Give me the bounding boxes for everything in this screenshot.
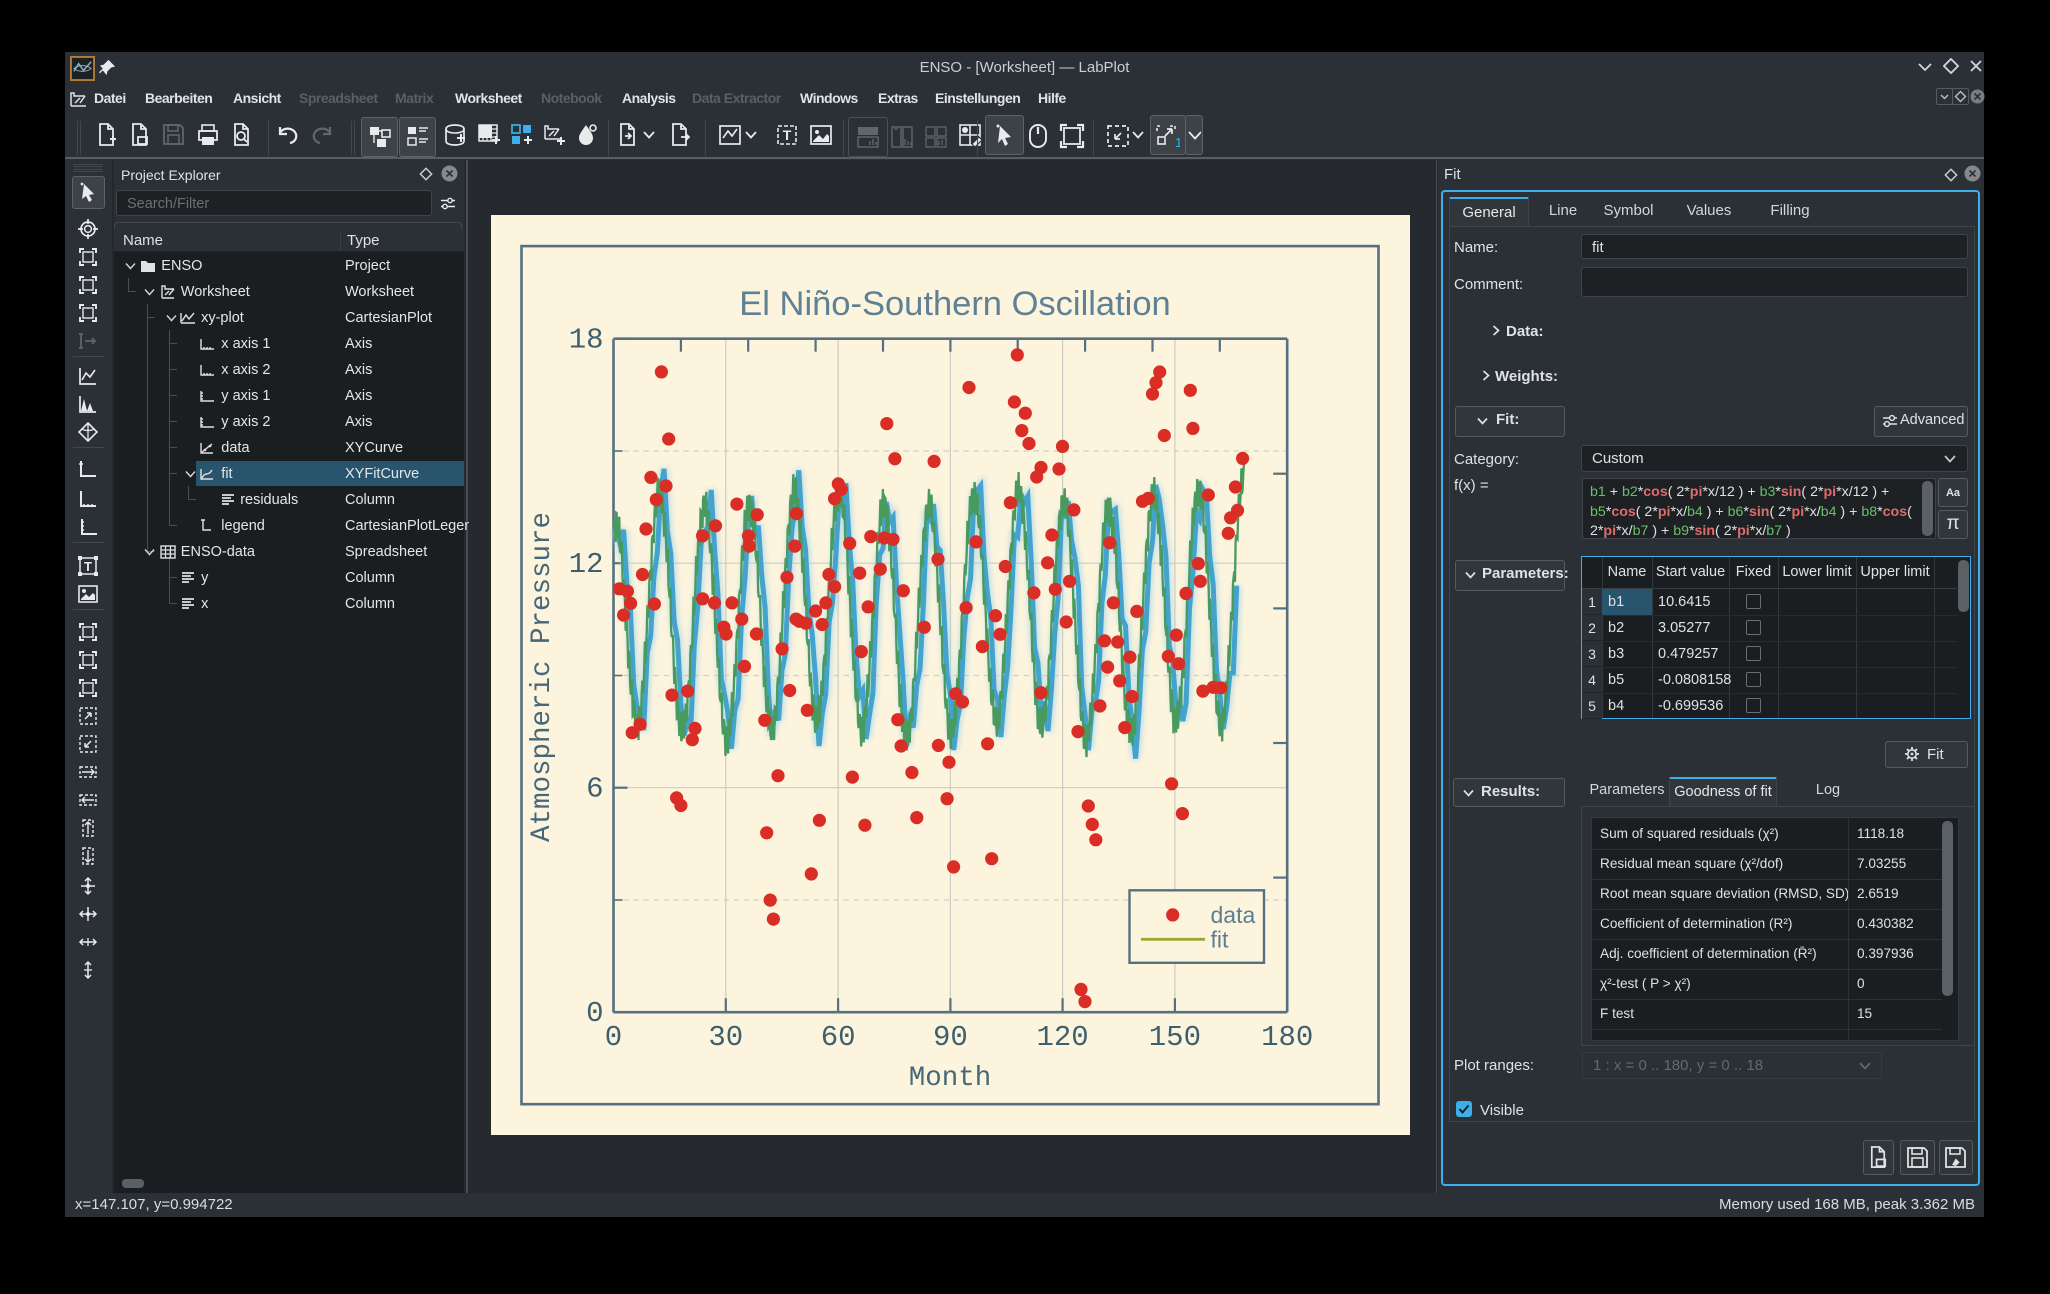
svg-text:El Niño-Southern Oscillation: El Niño-Southern Oscillation [739,285,1170,323]
svg-text:T: T [84,559,92,574]
svg-text:Month: Month [909,1063,992,1094]
svg-text:120: 120 [1036,1021,1088,1054]
svg-text:150: 150 [1149,1021,1201,1054]
svg-text:90: 90 [933,1021,968,1054]
svg-text:0: 0 [605,1021,622,1054]
svg-text:18: 18 [569,324,604,357]
svg-text:T: T [783,127,792,143]
svg-text:fit: fit [1211,927,1230,953]
svg-text:Atmospheric Pressure: Atmospheric Pressure [527,512,558,842]
svg-text:1: 1 [1175,135,1180,149]
svg-text:30: 30 [708,1021,743,1054]
svg-text:data: data [1211,902,1256,928]
svg-text:60: 60 [821,1021,856,1054]
svg-text:6: 6 [586,773,603,806]
svg-text:180: 180 [1261,1021,1313,1054]
svg-text:12: 12 [569,548,604,581]
svg-text:0: 0 [586,997,603,1030]
